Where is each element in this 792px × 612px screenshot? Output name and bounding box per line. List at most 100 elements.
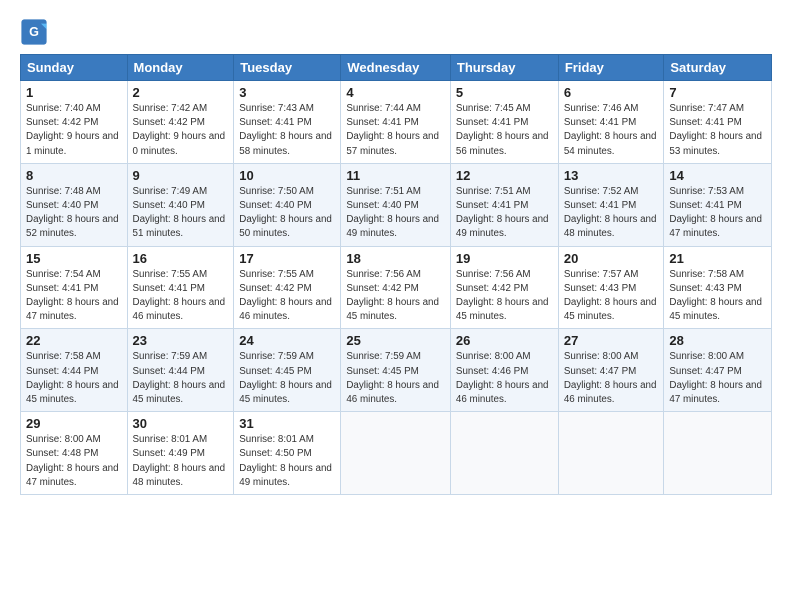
logo: G [20,18,52,46]
day-number: 13 [564,168,659,183]
day-cell: 20 Sunrise: 7:57 AMSunset: 4:43 PMDaylig… [558,246,664,329]
week-row-5: 29 Sunrise: 8:00 AMSunset: 4:48 PMDaylig… [21,412,772,495]
day-info: Sunrise: 7:51 AMSunset: 4:40 PMDaylight:… [346,185,445,242]
day-number: 21 [669,251,766,266]
day-cell: 6 Sunrise: 7:46 AMSunset: 4:41 PMDayligh… [558,81,664,164]
day-number: 14 [669,168,766,183]
day-info: Sunrise: 7:51 AMSunset: 4:41 PMDaylight:… [456,185,553,242]
day-number: 4 [346,85,445,100]
day-info: Sunrise: 7:59 AMSunset: 4:45 PMDaylight:… [346,350,445,407]
day-number: 15 [26,251,122,266]
logo-icon: G [20,18,48,46]
day-cell [341,412,451,495]
day-info: Sunrise: 7:47 AMSunset: 4:41 PMDaylight:… [669,102,766,159]
day-number: 22 [26,333,122,348]
day-cell: 18 Sunrise: 7:56 AMSunset: 4:42 PMDaylig… [341,246,451,329]
weekday-header-monday: Monday [127,55,234,81]
day-info: Sunrise: 7:58 AMSunset: 4:43 PMDaylight:… [669,268,766,325]
week-row-3: 15 Sunrise: 7:54 AMSunset: 4:41 PMDaylig… [21,246,772,329]
day-info: Sunrise: 7:59 AMSunset: 4:44 PMDaylight:… [133,350,229,407]
day-number: 27 [564,333,659,348]
day-info: Sunrise: 7:55 AMSunset: 4:41 PMDaylight:… [133,268,229,325]
day-cell: 31 Sunrise: 8:01 AMSunset: 4:50 PMDaylig… [234,412,341,495]
day-info: Sunrise: 7:58 AMSunset: 4:44 PMDaylight:… [26,350,122,407]
day-number: 18 [346,251,445,266]
header: G [20,18,772,46]
day-info: Sunrise: 8:00 AMSunset: 4:48 PMDaylight:… [26,433,122,490]
day-info: Sunrise: 7:55 AMSunset: 4:42 PMDaylight:… [239,268,335,325]
day-cell: 25 Sunrise: 7:59 AMSunset: 4:45 PMDaylig… [341,329,451,412]
day-info: Sunrise: 7:48 AMSunset: 4:40 PMDaylight:… [26,185,122,242]
day-number: 20 [564,251,659,266]
day-cell: 26 Sunrise: 8:00 AMSunset: 4:46 PMDaylig… [450,329,558,412]
day-cell: 1 Sunrise: 7:40 AMSunset: 4:42 PMDayligh… [21,81,128,164]
day-info: Sunrise: 7:54 AMSunset: 4:41 PMDaylight:… [26,268,122,325]
day-cell: 16 Sunrise: 7:55 AMSunset: 4:41 PMDaylig… [127,246,234,329]
day-cell [664,412,772,495]
day-number: 9 [133,168,229,183]
day-cell: 4 Sunrise: 7:44 AMSunset: 4:41 PMDayligh… [341,81,451,164]
day-number: 1 [26,85,122,100]
day-number: 11 [346,168,445,183]
day-cell: 13 Sunrise: 7:52 AMSunset: 4:41 PMDaylig… [558,163,664,246]
day-number: 10 [239,168,335,183]
day-info: Sunrise: 7:49 AMSunset: 4:40 PMDaylight:… [133,185,229,242]
day-info: Sunrise: 8:01 AMSunset: 4:50 PMDaylight:… [239,433,335,490]
day-info: Sunrise: 7:40 AMSunset: 4:42 PMDaylight:… [26,102,122,159]
day-cell [450,412,558,495]
day-cell: 12 Sunrise: 7:51 AMSunset: 4:41 PMDaylig… [450,163,558,246]
day-cell: 29 Sunrise: 8:00 AMSunset: 4:48 PMDaylig… [21,412,128,495]
day-cell: 5 Sunrise: 7:45 AMSunset: 4:41 PMDayligh… [450,81,558,164]
day-cell: 19 Sunrise: 7:56 AMSunset: 4:42 PMDaylig… [450,246,558,329]
day-number: 28 [669,333,766,348]
weekday-header-friday: Friday [558,55,664,81]
day-cell [558,412,664,495]
day-info: Sunrise: 8:00 AMSunset: 4:47 PMDaylight:… [564,350,659,407]
day-cell: 23 Sunrise: 7:59 AMSunset: 4:44 PMDaylig… [127,329,234,412]
day-info: Sunrise: 7:59 AMSunset: 4:45 PMDaylight:… [239,350,335,407]
day-cell: 9 Sunrise: 7:49 AMSunset: 4:40 PMDayligh… [127,163,234,246]
day-cell: 3 Sunrise: 7:43 AMSunset: 4:41 PMDayligh… [234,81,341,164]
weekday-header-row: SundayMondayTuesdayWednesdayThursdayFrid… [21,55,772,81]
day-info: Sunrise: 7:53 AMSunset: 4:41 PMDaylight:… [669,185,766,242]
day-number: 19 [456,251,553,266]
day-number: 17 [239,251,335,266]
day-cell: 21 Sunrise: 7:58 AMSunset: 4:43 PMDaylig… [664,246,772,329]
day-info: Sunrise: 7:50 AMSunset: 4:40 PMDaylight:… [239,185,335,242]
day-number: 2 [133,85,229,100]
day-cell: 2 Sunrise: 7:42 AMSunset: 4:42 PMDayligh… [127,81,234,164]
day-info: Sunrise: 7:43 AMSunset: 4:41 PMDaylight:… [239,102,335,159]
day-info: Sunrise: 7:44 AMSunset: 4:41 PMDaylight:… [346,102,445,159]
week-row-4: 22 Sunrise: 7:58 AMSunset: 4:44 PMDaylig… [21,329,772,412]
day-cell: 14 Sunrise: 7:53 AMSunset: 4:41 PMDaylig… [664,163,772,246]
weekday-header-saturday: Saturday [664,55,772,81]
day-cell: 27 Sunrise: 8:00 AMSunset: 4:47 PMDaylig… [558,329,664,412]
day-info: Sunrise: 8:00 AMSunset: 4:46 PMDaylight:… [456,350,553,407]
day-number: 30 [133,416,229,431]
day-cell: 30 Sunrise: 8:01 AMSunset: 4:49 PMDaylig… [127,412,234,495]
day-cell: 10 Sunrise: 7:50 AMSunset: 4:40 PMDaylig… [234,163,341,246]
day-number: 8 [26,168,122,183]
day-number: 12 [456,168,553,183]
day-number: 5 [456,85,553,100]
day-number: 6 [564,85,659,100]
weekday-header-sunday: Sunday [21,55,128,81]
day-cell: 24 Sunrise: 7:59 AMSunset: 4:45 PMDaylig… [234,329,341,412]
day-number: 25 [346,333,445,348]
day-info: Sunrise: 8:00 AMSunset: 4:47 PMDaylight:… [669,350,766,407]
day-number: 16 [133,251,229,266]
week-row-2: 8 Sunrise: 7:48 AMSunset: 4:40 PMDayligh… [21,163,772,246]
day-info: Sunrise: 7:56 AMSunset: 4:42 PMDaylight:… [346,268,445,325]
day-cell: 28 Sunrise: 8:00 AMSunset: 4:47 PMDaylig… [664,329,772,412]
weekday-header-thursday: Thursday [450,55,558,81]
day-info: Sunrise: 7:45 AMSunset: 4:41 PMDaylight:… [456,102,553,159]
day-info: Sunrise: 8:01 AMSunset: 4:49 PMDaylight:… [133,433,229,490]
calendar: SundayMondayTuesdayWednesdayThursdayFrid… [20,54,772,495]
day-number: 23 [133,333,229,348]
day-number: 7 [669,85,766,100]
day-info: Sunrise: 7:57 AMSunset: 4:43 PMDaylight:… [564,268,659,325]
week-row-1: 1 Sunrise: 7:40 AMSunset: 4:42 PMDayligh… [21,81,772,164]
weekday-header-tuesday: Tuesday [234,55,341,81]
day-info: Sunrise: 7:56 AMSunset: 4:42 PMDaylight:… [456,268,553,325]
weekday-header-wednesday: Wednesday [341,55,451,81]
